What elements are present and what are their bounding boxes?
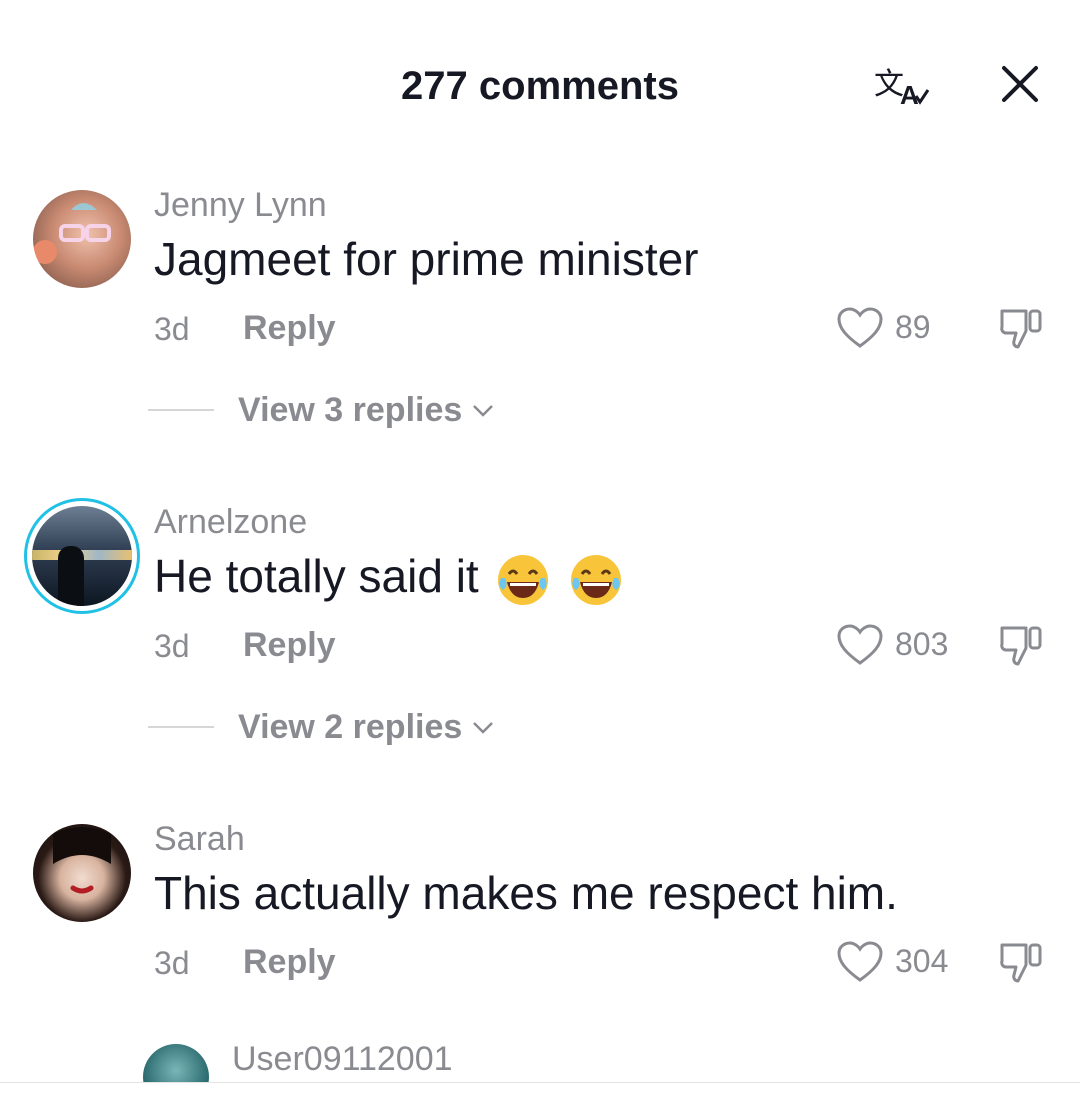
avatar-clip (143, 1044, 209, 1082)
dislike-icon[interactable] (996, 620, 1046, 670)
comment-username[interactable]: Jenny Lynn (154, 186, 327, 225)
comment-username[interactable]: Arnelzone (154, 503, 307, 542)
comment-username[interactable]: User09112001 (232, 1040, 453, 1079)
heart-icon[interactable] (836, 623, 884, 667)
laughing-tears-emoji-icon (498, 554, 549, 605)
dislike-icon[interactable] (996, 303, 1046, 353)
reply-button[interactable]: Reply (243, 309, 336, 348)
comment-text: He totally said it (154, 549, 624, 608)
chevron-down-icon (473, 721, 494, 734)
chevron-down-icon (473, 404, 494, 417)
comment-time: 3d (154, 628, 190, 664)
reply-button[interactable]: Reply (243, 626, 336, 665)
comment-time: 3d (154, 311, 190, 347)
view-replies-label: View 2 replies (238, 708, 463, 746)
like-count: 803 (895, 626, 949, 662)
bottom-divider (0, 1082, 1080, 1083)
close-icon[interactable] (996, 60, 1044, 108)
translate-icon[interactable]: 文 A (872, 60, 932, 110)
like-count: 89 (895, 309, 931, 345)
avatar[interactable] (33, 190, 131, 288)
replies-divider (148, 409, 214, 411)
avatar-story-ring[interactable] (24, 498, 140, 614)
laughing-tears-emoji-icon (571, 554, 622, 605)
heart-icon[interactable] (836, 306, 884, 350)
avatar[interactable] (143, 1044, 209, 1082)
comment-time: 3d (154, 945, 190, 981)
like-count: 304 (895, 943, 949, 979)
dislike-icon[interactable] (996, 937, 1046, 987)
comment-username[interactable]: Sarah (154, 820, 245, 859)
comment-text: This actually makes me respect him. (154, 867, 898, 919)
avatar (32, 506, 132, 606)
view-replies-button[interactable]: View 3 replies (238, 391, 494, 430)
avatar[interactable] (33, 824, 131, 922)
comment-text-content: He totally said it (154, 550, 492, 602)
heart-icon[interactable] (836, 940, 884, 984)
replies-divider (148, 726, 214, 728)
comment-text: Jagmeet for prime minister (154, 233, 699, 285)
view-replies-button[interactable]: View 2 replies (238, 708, 494, 747)
view-replies-label: View 3 replies (238, 391, 463, 429)
reply-button[interactable]: Reply (243, 943, 336, 982)
svg-text:A: A (900, 80, 919, 110)
